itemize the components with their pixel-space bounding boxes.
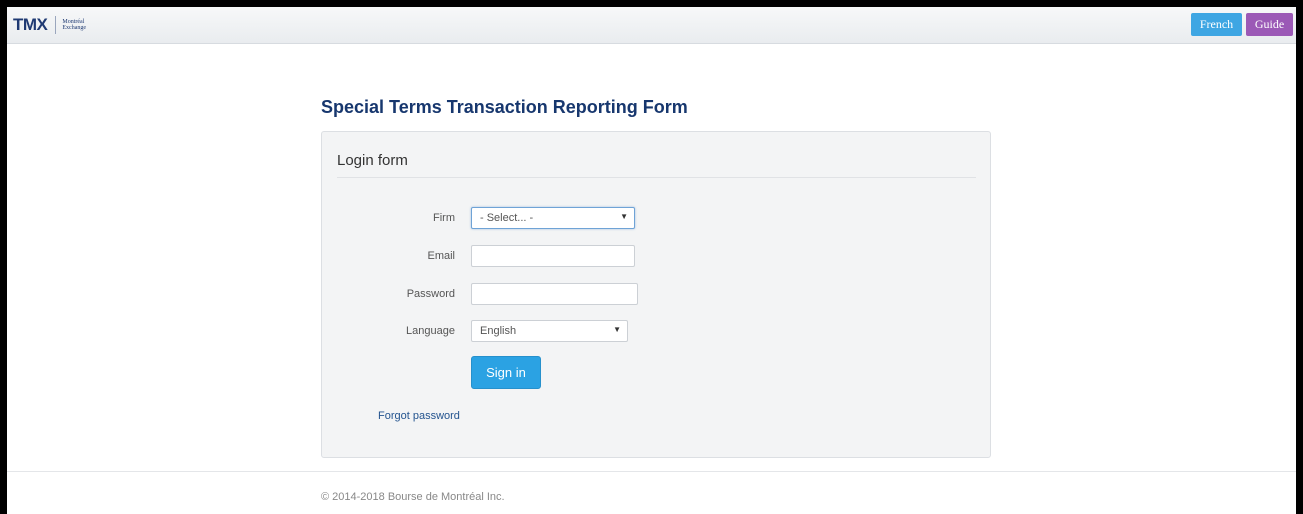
logo-divider xyxy=(55,16,57,34)
logo-wordmark: TMX xyxy=(13,15,48,34)
password-input[interactable] xyxy=(480,284,637,304)
email-input[interactable] xyxy=(480,246,634,266)
chevron-down-icon: ▼ xyxy=(620,212,628,221)
email-field[interactable] xyxy=(471,245,635,267)
password-label: Password xyxy=(406,288,455,300)
logo-subtitle: Montréal Exchange xyxy=(62,19,86,31)
chevron-down-icon: ▼ xyxy=(613,325,621,334)
firm-select-value: - Select... - xyxy=(480,212,534,224)
tmx-logo[interactable]: TMX Montréal Exchange xyxy=(13,10,86,40)
guide-button[interactable]: Guide xyxy=(1246,13,1293,36)
language-select[interactable]: English ▼ xyxy=(471,320,628,342)
language-label: Language xyxy=(406,325,455,337)
french-button[interactable]: French xyxy=(1191,13,1242,36)
login-form-title: Login form xyxy=(337,152,408,169)
top-navbar: TMX Montréal Exchange French Guide xyxy=(7,7,1296,44)
firm-select[interactable]: - Select... - ▼ xyxy=(471,207,635,229)
legend-divider xyxy=(337,177,976,178)
email-label: Email xyxy=(427,250,455,262)
sign-in-button[interactable]: Sign in xyxy=(471,356,541,389)
language-select-value: English xyxy=(480,325,517,337)
forgot-password-link[interactable]: Forgot password xyxy=(378,410,460,422)
login-panel: Login form Firm - Select... - ▼ Email Pa… xyxy=(321,131,991,458)
footer-divider xyxy=(7,471,1296,472)
firm-label: Firm xyxy=(433,212,455,224)
footer-copyright: © 2014-2018 Bourse de Montréal Inc. xyxy=(321,491,505,503)
password-field[interactable] xyxy=(471,283,638,305)
page-title: Special Terms Transaction Reporting Form xyxy=(321,97,688,117)
logo-subtitle-line2: Exchange xyxy=(62,25,87,31)
